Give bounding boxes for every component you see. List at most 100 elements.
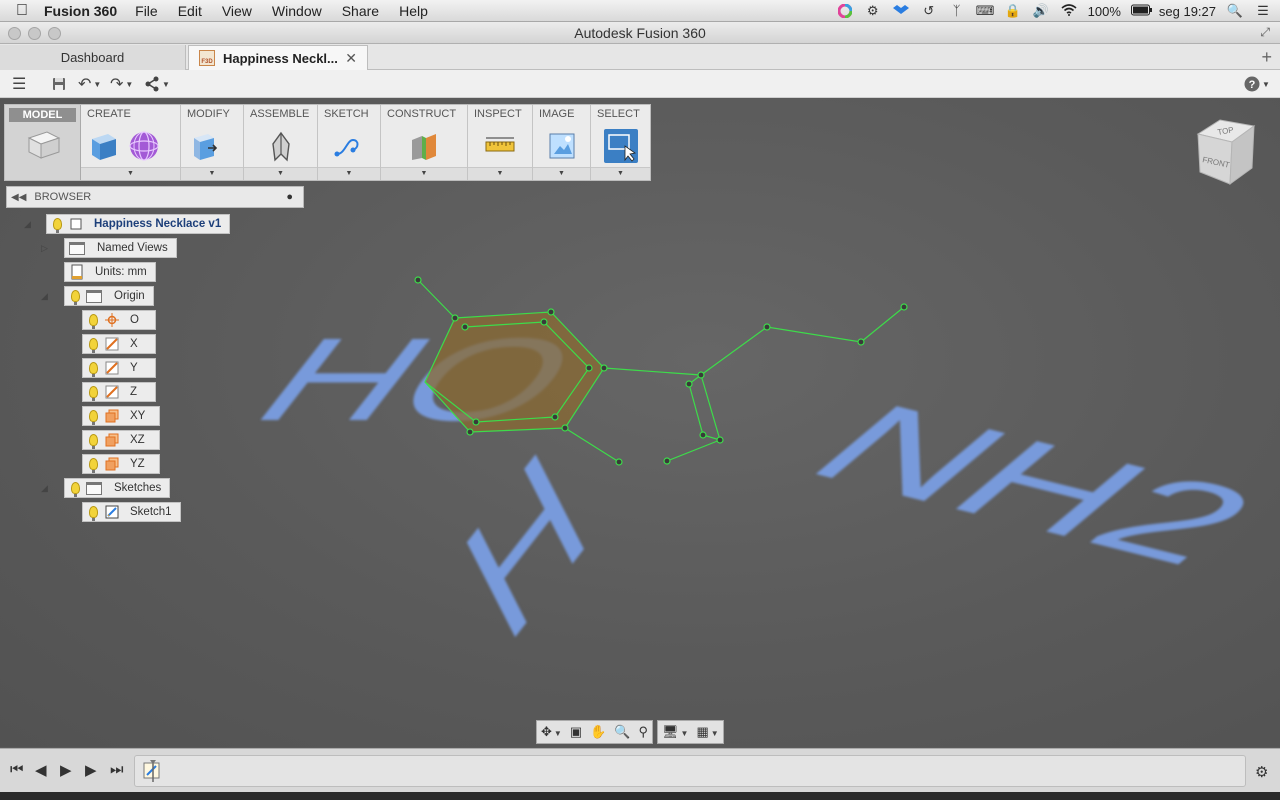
press-pull-icon[interactable] [187, 129, 221, 163]
extruded-letter-bottom[interactable]: H [441, 411, 608, 679]
dropbox-icon[interactable] [892, 4, 910, 18]
menu-window[interactable]: Window [272, 3, 322, 19]
ribbon-group-sketch[interactable]: SKETCH ▼ [318, 105, 381, 180]
pan-hand-icon[interactable]: ✋ [590, 724, 606, 740]
zoom-window-button[interactable] [48, 27, 61, 40]
timeline-sketch-feature-icon[interactable] [143, 760, 161, 785]
browser-axis-x[interactable]: X [82, 334, 156, 354]
menu-file[interactable]: File [135, 3, 158, 19]
tab-document[interactable]: F3D Happiness Neckl... ✕ [188, 45, 368, 70]
redo-icon[interactable]: ↷ ▼ [110, 74, 133, 94]
go-to-end-icon[interactable]: ⏭ [110, 761, 124, 778]
data-panel-menu-icon[interactable]: ☰ [12, 74, 26, 94]
tab-dashboard[interactable]: Dashboard [0, 45, 186, 70]
create-box-icon[interactable] [87, 129, 121, 163]
fit-icon[interactable]: ⚲ [639, 724, 649, 740]
browser-origin[interactable]: Origin [64, 286, 154, 306]
fullscreen-icon[interactable]: ⤢ [1260, 25, 1270, 40]
browser-named-views[interactable]: Named Views [64, 238, 177, 258]
gear-icon[interactable]: ⚙ [864, 4, 882, 18]
measure-icon[interactable] [483, 129, 517, 163]
sketch-dropdown[interactable]: ▼ [318, 167, 380, 180]
extruded-letters-right[interactable]: NH2 [775, 381, 1280, 588]
step-forward-icon[interactable]: ▶ [85, 761, 97, 779]
create-dropdown[interactable]: ▼ [81, 167, 180, 180]
volume-icon[interactable]: 🔊 [1032, 4, 1050, 18]
ribbon-group-assemble[interactable]: ASSEMBLE ▼ [244, 105, 318, 180]
visibility-bulb-icon[interactable] [89, 362, 98, 377]
image-render-icon[interactable] [545, 129, 579, 163]
timeline-settings-gear-icon[interactable]: ⚙ [1255, 763, 1268, 781]
visibility-bulb-icon[interactable] [89, 314, 98, 329]
grid-settings-icon[interactable]: ▦ ▼ [696, 724, 718, 740]
ribbon-group-inspect[interactable]: INSPECT ▼ [468, 105, 533, 180]
menu-help[interactable]: Help [399, 3, 428, 19]
menu-share[interactable]: Share [342, 3, 379, 19]
zoom-icon[interactable]: 🔍 [614, 724, 630, 740]
select-window-icon[interactable] [603, 129, 638, 163]
modify-dropdown[interactable]: ▼ [181, 167, 243, 180]
browser-root-node[interactable]: Happiness Necklace v1 [46, 214, 231, 234]
browser-pin-icon[interactable]: ● [286, 191, 293, 203]
create-form-sphere-icon[interactable] [127, 129, 161, 163]
time-machine-icon[interactable]: ↺ [920, 4, 938, 18]
ribbon-group-select[interactable]: SELECT ▼ [591, 105, 650, 180]
battery-icon[interactable] [1130, 4, 1152, 18]
visibility-bulb-icon[interactable] [89, 338, 98, 353]
undo-icon[interactable]: ↶ ▼ [78, 74, 101, 94]
workspace-switcher[interactable]: MODEL [5, 105, 81, 180]
visibility-bulb-icon[interactable] [53, 218, 62, 233]
lock-icon[interactable]: 🔒 [1004, 4, 1022, 18]
app-menu[interactable]: Fusion 360 [44, 3, 117, 19]
close-window-button[interactable] [8, 27, 21, 40]
keyboard-icon[interactable]: ⌨ [976, 4, 995, 18]
close-tab-icon[interactable]: ✕ [345, 50, 357, 67]
browser-sketch1[interactable]: Sketch1 [82, 502, 181, 522]
notification-list-icon[interactable]: ☰ [1254, 4, 1272, 18]
clock[interactable]: seg 19:27 [1159, 4, 1216, 19]
offset-plane-icon[interactable] [407, 129, 441, 163]
visibility-bulb-icon[interactable] [89, 410, 98, 425]
expand-sketches-icon[interactable]: ◢ [41, 483, 48, 494]
menu-edit[interactable]: Edit [178, 3, 202, 19]
browser-origin-point[interactable]: O [82, 310, 156, 330]
spotlight-search-icon[interactable]: 🔍 [1226, 4, 1244, 18]
sketch-spline-icon[interactable] [332, 129, 366, 163]
go-to-start-icon[interactable]: ⏮ [10, 761, 24, 778]
viewcube[interactable]: TOP FRONT [1196, 119, 1256, 186]
browser-units[interactable]: Units: mm [64, 262, 156, 282]
visibility-bulb-icon[interactable] [89, 506, 98, 521]
ribbon-group-create[interactable]: CREATE ▼ [81, 105, 181, 180]
expand-root-icon[interactable]: ◢ [24, 219, 31, 230]
timeline-track[interactable] [134, 755, 1246, 787]
visibility-bulb-icon[interactable] [71, 290, 80, 305]
bluetooth-icon[interactable]: ᛉ [948, 4, 966, 18]
browser-plane-yz[interactable]: YZ [82, 454, 160, 474]
color-wheel-icon[interactable] [836, 3, 854, 19]
assemble-dropdown[interactable]: ▼ [244, 167, 317, 180]
collapse-browser-icon[interactable]: ◀◀ [11, 192, 26, 203]
construct-dropdown[interactable]: ▼ [381, 167, 467, 180]
browser-plane-xy[interactable]: XY [82, 406, 160, 426]
wifi-icon[interactable] [1060, 4, 1078, 18]
minimize-window-button[interactable] [28, 27, 41, 40]
joint-icon[interactable] [264, 129, 298, 163]
save-icon[interactable] [52, 74, 66, 94]
select-dropdown[interactable]: ▼ [591, 167, 650, 180]
step-back-icon[interactable]: ◀ [35, 761, 47, 779]
visibility-bulb-icon[interactable] [89, 434, 98, 449]
menu-view[interactable]: View [222, 3, 252, 19]
new-tab-icon[interactable]: + [1261, 47, 1272, 68]
browser-sketches[interactable]: Sketches [64, 478, 171, 498]
apple-menu-icon[interactable]:  [0, 2, 44, 20]
expand-named-views-icon[interactable]: ▷ [41, 243, 48, 254]
ribbon-group-modify[interactable]: MODIFY ▼ [181, 105, 244, 180]
look-at-icon[interactable]: ▣ [570, 724, 582, 740]
image-dropdown[interactable]: ▼ [533, 167, 590, 180]
share-icon[interactable]: ▼ [144, 74, 170, 94]
browser-panel-header[interactable]: ◀◀ BROWSER ● [6, 186, 304, 208]
expand-origin-icon[interactable]: ◢ [41, 291, 48, 302]
visibility-bulb-icon[interactable] [89, 458, 98, 473]
play-icon[interactable]: ▶ [60, 761, 72, 779]
browser-axis-y[interactable]: Y [82, 358, 156, 378]
